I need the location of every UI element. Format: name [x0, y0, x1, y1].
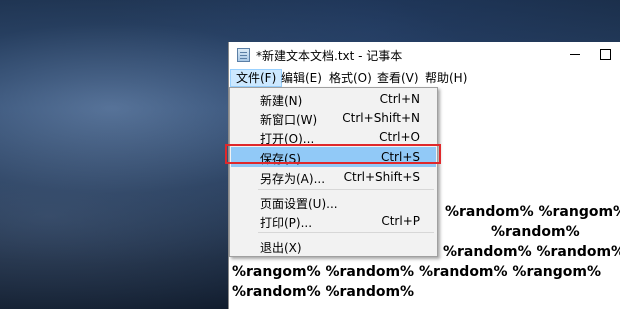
menu-separator — [258, 189, 434, 190]
notepad-icon — [237, 48, 250, 62]
menu-separator — [258, 232, 434, 233]
menu-item-open[interactable]: 打开(O)... Ctrl+O — [231, 127, 436, 147]
menu-item-label: 打开(O)... — [260, 132, 315, 146]
menu-item-new-window[interactable]: 新窗口(W) Ctrl+Shift+N — [231, 108, 436, 128]
menu-item-new[interactable]: 新建(N) Ctrl+N — [231, 89, 436, 109]
menu-item-label: 页面设置(U)... — [260, 197, 338, 211]
editor-line-3: %random% %random% — [443, 244, 620, 260]
editor-line-4: %rangom% %random% %random% %rangom% — [232, 264, 602, 280]
menu-file[interactable]: 文件(F) — [230, 69, 283, 87]
menu-item-shortcut: Ctrl+P — [381, 214, 420, 228]
editor-line-1: %random% %rangom% — [445, 204, 620, 220]
menu-item-label: 新建(N) — [260, 94, 303, 108]
menu-item-label: 退出(X) — [260, 241, 302, 255]
menu-item-label: 另存为(A)... — [260, 172, 326, 186]
menu-item-shortcut: Ctrl+Shift+S — [343, 170, 420, 184]
title-bar[interactable]: *新建文本文档.txt - 记事本 — [229, 42, 620, 68]
minimize-icon — [570, 54, 580, 55]
menu-item-page-setup[interactable]: 页面设置(U)... — [231, 192, 436, 212]
menu-item-label: 新窗口(W) — [260, 113, 318, 127]
menu-item-shortcut: Ctrl+S — [380, 150, 420, 164]
menu-view[interactable]: 查看(V) — [372, 69, 424, 87]
menu-edit[interactable]: 编辑(E) — [276, 69, 327, 87]
menu-item-shortcut: Ctrl+Shift+N — [342, 111, 420, 125]
menu-item-save-as[interactable]: 另存为(A)... Ctrl+Shift+S — [231, 167, 436, 187]
menu-item-exit[interactable]: 退出(X) — [231, 236, 436, 256]
window-title: *新建文本文档.txt - 记事本 — [256, 49, 403, 63]
editor-line-5: %random% %random% — [232, 284, 415, 300]
menu-item-shortcut: Ctrl+N — [379, 92, 420, 106]
menu-item-label: 打印(P)... — [260, 216, 313, 230]
menu-item-shortcut: Ctrl+O — [379, 130, 420, 144]
maximize-button[interactable] — [589, 42, 620, 68]
file-menu-dropdown: 新建(N) Ctrl+N 新窗口(W) Ctrl+Shift+N 打开(O)..… — [229, 87, 438, 257]
minimize-button[interactable] — [559, 42, 591, 68]
maximize-icon — [599, 49, 611, 60]
menu-help[interactable]: 帮助(H) — [420, 69, 472, 87]
menu-item-label: 保存(S) — [260, 152, 301, 166]
menu-format[interactable]: 格式(O) — [324, 69, 377, 87]
menu-bar: 文件(F) 编辑(E) 格式(O) 查看(V) 帮助(H) — [229, 68, 620, 88]
menu-item-save[interactable]: 保存(S) Ctrl+S — [231, 147, 436, 167]
menu-item-print[interactable]: 打印(P)... Ctrl+P — [231, 211, 436, 231]
editor-line-2: %random% — [491, 224, 580, 240]
